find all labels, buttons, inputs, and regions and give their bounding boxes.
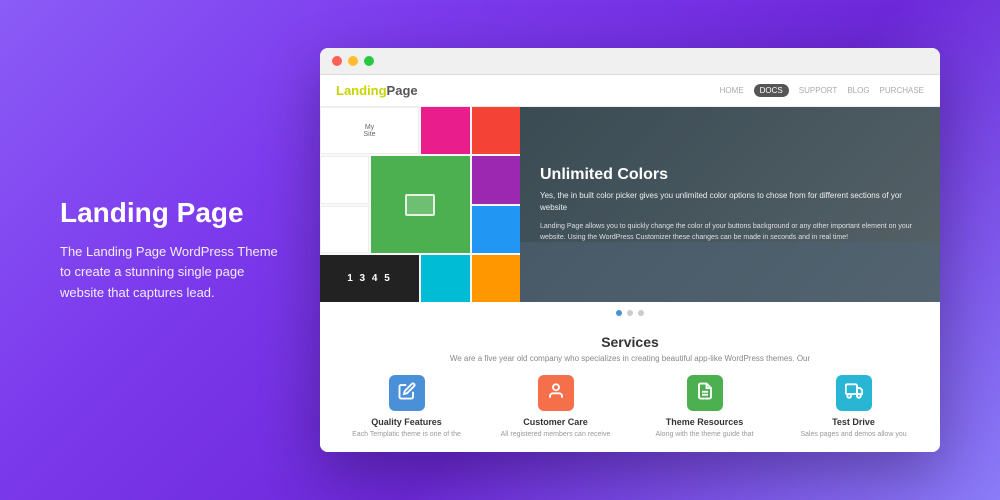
mosaic-cell-5 <box>371 156 470 253</box>
theme-nav: LandingPage HOME DOCS SUPPORT BLOG PURCH… <box>320 75 940 107</box>
nav-link-home[interactable]: HOME <box>720 86 744 95</box>
mosaic-cell-4 <box>320 156 369 203</box>
services-grid: Quality Features Each Templatic theme is… <box>336 375 924 440</box>
browser-content: LandingPage HOME DOCS SUPPORT BLOG PURCH… <box>320 75 940 452</box>
service-text-customer: All registered members can receive <box>501 430 611 440</box>
file-icon <box>696 382 714 405</box>
service-name-quality: Quality Features <box>371 417 442 427</box>
dot-2[interactable] <box>627 310 633 316</box>
mosaic-cell-2 <box>421 107 470 154</box>
service-theme-resources: Theme Resources Along with the theme gui… <box>634 375 775 440</box>
mosaic-cell-counter: 1 3 4 5 <box>320 255 419 302</box>
dots-row <box>320 302 940 324</box>
page-description: The Landing Page WordPress Theme to crea… <box>60 242 280 304</box>
mosaic-cell-8 <box>472 206 521 253</box>
page-title: Landing Page <box>60 196 280 230</box>
browser-bar <box>320 48 940 75</box>
hero-subtitle: Yes, the in built color picker gives you… <box>540 190 920 214</box>
text-section: Landing Page The Landing Page WordPress … <box>60 196 280 304</box>
service-icon-quality <box>389 375 425 411</box>
user-icon <box>547 382 565 405</box>
services-section: Services We are a five year old company … <box>320 324 940 452</box>
mosaic-cell-1: MySite <box>320 107 419 154</box>
hero-left-mosaic: MySite 1 3 4 5 <box>320 107 520 302</box>
browser-dot-close[interactable] <box>332 56 342 66</box>
page-background: Landing Page The Landing Page WordPress … <box>0 0 1000 500</box>
theme-nav-links: HOME DOCS SUPPORT BLOG PURCHASE <box>720 84 924 97</box>
logo-text-gray: Page <box>387 83 418 98</box>
mosaic-grid: MySite 1 3 4 5 <box>320 107 520 302</box>
dot-1[interactable] <box>616 310 622 316</box>
logo-text-yellow: Landing <box>336 83 387 98</box>
tablet-icon <box>405 194 435 216</box>
nav-link-support[interactable]: SUPPORT <box>799 86 838 95</box>
edit-icon <box>398 382 416 405</box>
hero-right: Unlimited Colors Yes, the in built color… <box>520 107 940 302</box>
service-quality-features: Quality Features Each Templatic theme is… <box>336 375 477 440</box>
browser-dot-maximize[interactable] <box>364 56 374 66</box>
service-name-customer: Customer Care <box>523 417 588 427</box>
mosaic-cell-6 <box>472 156 521 203</box>
services-description: We are a five year old company who speci… <box>336 354 924 363</box>
car-icon <box>845 382 863 405</box>
service-name-testdrive: Test Drive <box>832 417 875 427</box>
service-test-drive: Test Drive Sales pages and demos allow y… <box>783 375 924 440</box>
browser-mockup: LandingPage HOME DOCS SUPPORT BLOG PURCH… <box>320 48 940 452</box>
hero-body: Landing Page allows you to quickly chang… <box>540 222 920 243</box>
services-title: Services <box>336 334 924 350</box>
mosaic-cell-10 <box>421 255 470 302</box>
mosaic-cell-3 <box>472 107 521 154</box>
mysite-label: MySite <box>359 120 379 142</box>
service-text-testdrive: Sales pages and demos allow you <box>800 430 906 440</box>
service-icon-resources <box>687 375 723 411</box>
mosaic-cell-11 <box>472 255 521 302</box>
service-text-quality: Each Templatic theme is one of the <box>352 430 461 440</box>
service-name-resources: Theme Resources <box>666 417 744 427</box>
hero-title: Unlimited Colors <box>540 166 920 184</box>
counter-text: 1 3 4 5 <box>347 273 392 284</box>
dot-3[interactable] <box>638 310 644 316</box>
theme-logo: LandingPage <box>336 83 418 98</box>
theme-hero: MySite 1 3 4 5 <box>320 107 940 302</box>
browser-dot-minimize[interactable] <box>348 56 358 66</box>
service-text-resources: Along with the theme guide that <box>655 430 753 440</box>
nav-link-docs[interactable]: DOCS <box>754 84 789 97</box>
nav-link-blog[interactable]: BLOG <box>847 86 869 95</box>
service-customer-care: Customer Care All registered members can… <box>485 375 626 440</box>
service-icon-testdrive <box>836 375 872 411</box>
nav-link-purchase[interactable]: PURCHASE <box>880 86 924 95</box>
mosaic-cell-7 <box>320 206 369 253</box>
service-icon-customer <box>538 375 574 411</box>
content-wrapper: Landing Page The Landing Page WordPress … <box>60 48 940 452</box>
